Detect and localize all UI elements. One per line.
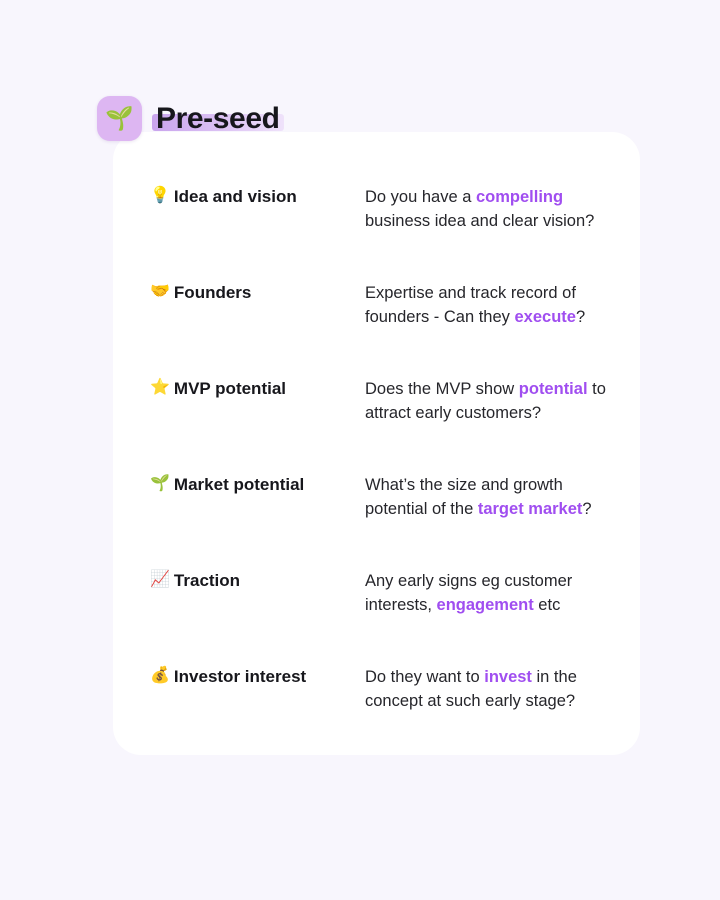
criteria-label: 📈 Traction [150,570,360,591]
handshake-icon: 🤝 [150,283,170,300]
criteria-description: Expertise and track record of founders -… [365,282,620,330]
criteria-label-text: Idea and vision [173,187,297,206]
list-item: 💡 Idea and vision Do you have a compelli… [150,186,620,282]
page-root: 🌱 Pre-seed 💡 Idea and vision Do you have… [0,0,720,900]
desc-suffix: business idea and clear vision? [365,211,595,230]
criteria-description: Does the MVP show potential to attract e… [365,378,620,426]
criteria-label: 💡 Idea and vision [150,186,360,207]
light-bulb-icon: 💡 [150,187,170,204]
money-bag-icon: 💰 [150,667,170,684]
desc-prefix: Do they want to [365,668,485,686]
desc-accent: execute [514,307,576,326]
page-title: Pre-seed [152,103,284,135]
desc-accent: invest [484,668,532,686]
list-item: 🌱 Market potential What’s the size and g… [150,474,620,570]
desc-suffix: ? [582,499,592,518]
criteria-description: Do they want to invest in the concept at… [365,666,620,714]
desc-accent: potential [518,380,588,398]
list-item: 🤝 Founders Expertise and track record of… [150,282,620,378]
list-item: ⭐ MVP potential Does the MVP show potent… [150,378,620,474]
seedling-icon: 🌱 [97,96,142,141]
desc-accent: compelling [476,188,564,206]
star-icon: ⭐ [150,379,170,396]
criteria-list: 💡 Idea and vision Do you have a compelli… [150,186,620,762]
desc-accent: engagement [436,595,534,614]
criteria-label-text: Traction [173,571,241,590]
seedling-icon-glyph: 🌱 [105,105,134,131]
seedling-icon: 🌱 [150,475,170,492]
criteria-label: 🤝 Founders [150,282,360,303]
list-item: 💰 Investor interest Do they want to inve… [150,666,620,762]
desc-prefix: Does the MVP show [365,380,519,398]
desc-prefix: Do you have a [365,188,476,206]
criteria-label-text: Investor interest [173,667,307,686]
criteria-label: ⭐ MVP potential [150,378,360,399]
desc-accent: target market [477,499,583,518]
criteria-description: Any early signs eg customer interests, e… [365,570,620,618]
desc-suffix: ? [575,307,586,326]
criteria-label: 🌱 Market potential [150,474,360,495]
list-item: 📈 Traction Any early signs eg customer i… [150,570,620,666]
criteria-label-text: Founders [173,283,252,302]
criteria-description: Do you have a compelling business idea a… [365,186,620,234]
page-title-text: Pre-seed [156,101,280,135]
chart-increasing-icon: 📈 [150,571,170,588]
criteria-label-text: Market potential [173,475,305,494]
criteria-description: What’s the size and growth potential of … [365,474,620,522]
card-header: 🌱 Pre-seed [97,96,284,141]
criteria-label-text: MVP potential [173,379,287,398]
criteria-label: 💰 Investor interest [150,666,360,687]
desc-suffix: etc [533,595,561,614]
